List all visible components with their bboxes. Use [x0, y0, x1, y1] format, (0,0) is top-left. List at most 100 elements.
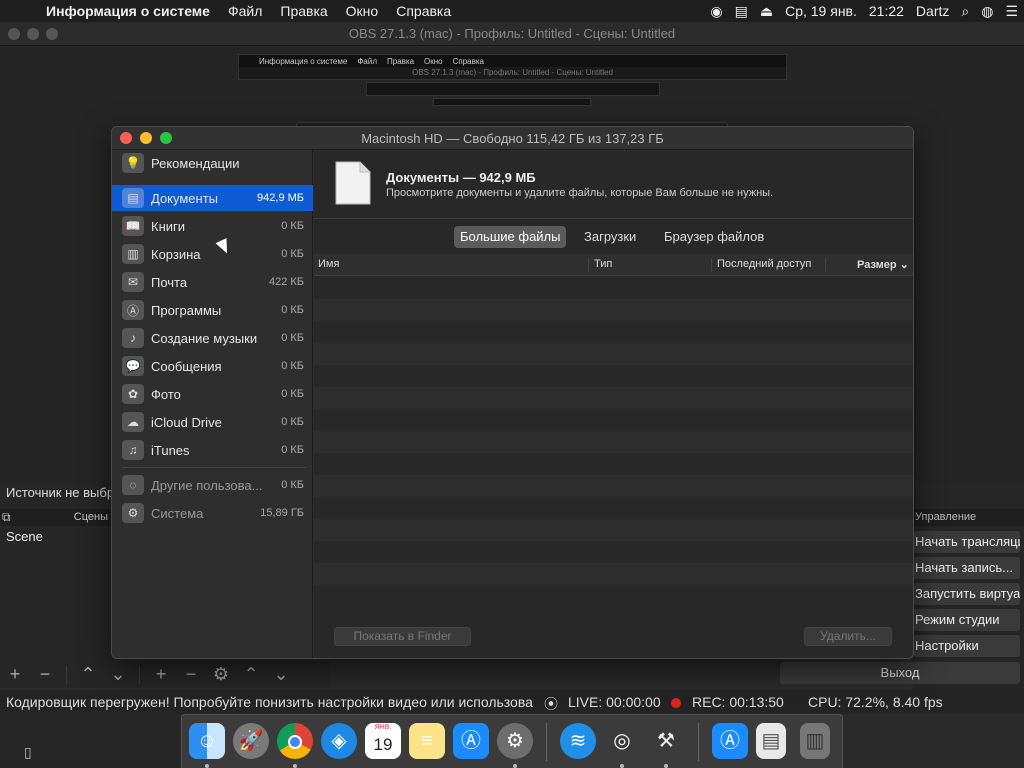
menu-file[interactable]: Файл [219, 3, 271, 19]
menu-bar: Информация о системе Файл Правка Окно Сп… [0, 0, 1024, 22]
book-icon[interactable]: ▯ [24, 744, 32, 761]
notification-center-icon[interactable]: ☰ [999, 3, 1024, 20]
delete-button[interactable]: Удалить... [804, 627, 892, 646]
sidebar-item-mail[interactable]: ✉ Почта 422 КБ [112, 269, 313, 295]
table-row [314, 321, 913, 343]
tab-large-files[interactable]: Большие файлы [454, 226, 567, 248]
sidebar-item-books[interactable]: 📖 Книги 0 КБ [112, 213, 313, 239]
menu-edit[interactable]: Правка [271, 3, 336, 19]
rec-indicator-icon [671, 698, 681, 708]
system-info-icon[interactable]: ⚒ [648, 723, 684, 759]
studio-mode-button[interactable]: Режим студии [913, 609, 1020, 631]
menu-date[interactable]: Ср, 19 янв. [779, 3, 863, 19]
obs-icon[interactable]: ◎ [604, 723, 640, 759]
move-down-icon[interactable]: ⌄ [103, 664, 133, 685]
dock-panel-icon[interactable]: ⧉ [2, 510, 11, 525]
column-name[interactable]: Имя [318, 258, 339, 270]
wifi-icon[interactable]: ≋ [560, 723, 596, 759]
obs-toolbar: + − ⌃ ⌄ + − ⚙ ⌃ ⌄ [0, 661, 330, 688]
sidebar-item-size: 0 КБ [281, 416, 304, 428]
sidebar-item-recommendations[interactable]: 💡 Рекомендации [112, 150, 313, 176]
column-type[interactable]: Тип [594, 258, 612, 270]
trash-icon[interactable]: ▥ [800, 723, 830, 759]
storage-title-bar: Macintosh HD — Свободно 115,42 ГБ из 137… [112, 127, 913, 150]
virtual-camera-button[interactable]: Запустить виртуальную камеру [913, 583, 1020, 605]
sidebar-item-label: Фото [151, 386, 181, 402]
menu-help[interactable]: Справка [387, 3, 460, 19]
menu-user[interactable]: Dartz [910, 3, 955, 19]
flag-icon[interactable]: ▤ [729, 3, 754, 20]
move-up-icon[interactable]: ⌃ [73, 664, 103, 685]
start-recording-button[interactable]: Начать запись... [913, 557, 1020, 579]
sidebar-item-system[interactable]: ⚙ Система 15,89 ГБ [112, 500, 313, 526]
settings-button[interactable]: Настройки [913, 635, 1020, 657]
eject-icon[interactable]: ⏏ [754, 3, 779, 20]
sidebar-item-size: 942,9 МБ [257, 192, 304, 204]
obs-minimize-button[interactable] [27, 28, 39, 40]
close-button[interactable] [120, 132, 132, 144]
spotlight-icon[interactable]: ⌕ [955, 3, 975, 20]
siri-icon[interactable]: ◍ [975, 3, 999, 20]
music-icon: ♫ [122, 440, 144, 460]
document-large-icon [335, 161, 371, 205]
sidebar-item-itunes[interactable]: ♫ iTunes 0 КБ [112, 437, 313, 463]
calendar-icon[interactable]: ЯНВ. 19 [365, 723, 401, 759]
tab-file-browser[interactable]: Браузер файлов [658, 226, 770, 248]
sidebar-item-label: Почта [151, 274, 188, 290]
obs-zoom-button[interactable] [46, 28, 58, 40]
sidebar-item-icloud-drive[interactable]: ☁ iCloud Drive 0 КБ [112, 409, 313, 435]
source-up-icon[interactable]: ⌃ [236, 664, 266, 685]
column-separator [825, 258, 826, 272]
sidebar-item-music-creation[interactable]: ♪ Создание музыки 0 КБ [112, 325, 313, 351]
mail-icon: ✉ [122, 272, 144, 292]
add-scene-icon[interactable]: + [0, 664, 30, 685]
tab-downloads[interactable]: Загрузки [578, 226, 642, 248]
menu-time[interactable]: 21:22 [863, 3, 910, 19]
sidebar-item-size: 15,89 ГБ [260, 507, 304, 519]
chrome-icon[interactable] [277, 723, 313, 759]
preview-thumbnail-3 [433, 98, 591, 106]
remove-source-icon[interactable]: − [176, 664, 206, 685]
file-icon[interactable]: ▤ [756, 723, 786, 759]
sidebar-item-photos[interactable]: ✿ Фото 0 КБ [112, 381, 313, 407]
column-last-access[interactable]: Последний доступ [717, 258, 811, 270]
table-row [314, 431, 913, 453]
sidebar-item-label: Корзина [151, 246, 201, 262]
source-down-icon[interactable]: ⌄ [266, 664, 296, 685]
source-settings-icon[interactable]: ⚙ [206, 664, 236, 685]
add-source-icon[interactable]: + [146, 664, 176, 685]
menu-app-name[interactable]: Информация о системе [40, 3, 219, 19]
obs-status-icon[interactable]: ◉ [704, 3, 728, 20]
dock-separator [698, 723, 699, 761]
thumb-title: OBS 27.1.3 (mac) - Профиль: Untitled - С… [412, 68, 613, 77]
app-store-download-icon[interactable]: Ⓐ [712, 723, 748, 759]
preview-thumbnail-2 [366, 82, 660, 96]
exit-button[interactable]: Выход [780, 662, 1020, 684]
show-in-finder-button[interactable]: Показать в Finder [334, 627, 471, 646]
obs-close-button[interactable] [8, 28, 20, 40]
sidebar-item-trash[interactable]: ▥ Корзина 0 КБ [112, 241, 313, 267]
zoom-button[interactable] [160, 132, 172, 144]
table-row [314, 277, 913, 299]
sidebar-item-applications[interactable]: Ⓐ Программы 0 КБ [112, 297, 313, 323]
system-preferences-icon[interactable]: ⚙ [497, 723, 533, 759]
running-indicator [205, 764, 209, 768]
notes-icon[interactable]: ≡ [409, 723, 445, 759]
scene-item[interactable]: Scene [6, 529, 43, 544]
controls-panel: Управление Начать трансляцию Начать запи… [913, 483, 1024, 690]
messages-icon: 💬 [122, 356, 144, 376]
status-bar: Кодировщик перегружен! Попробуйте понизи… [0, 690, 1024, 714]
sidebar-item-other-users[interactable]: ◌ Другие пользова... 0 КБ [112, 472, 313, 498]
gear-icon: ⚙ [122, 503, 144, 523]
column-size[interactable]: Размер ⌄ [857, 258, 909, 271]
safari-icon[interactable]: ◈ [321, 723, 357, 759]
finder-icon[interactable]: ☺ [189, 723, 225, 759]
app-store-icon[interactable]: Ⓐ [453, 723, 489, 759]
sidebar-item-messages[interactable]: 💬 Сообщения 0 КБ [112, 353, 313, 379]
start-streaming-button[interactable]: Начать трансляцию [913, 531, 1020, 553]
minimize-button[interactable] [140, 132, 152, 144]
remove-scene-icon[interactable]: − [30, 664, 60, 685]
launchpad-icon[interactable]: 🚀 [233, 723, 269, 759]
sidebar-item-documents[interactable]: ▤ Документы 942,9 МБ [112, 185, 313, 211]
menu-window[interactable]: Окно [337, 3, 388, 19]
